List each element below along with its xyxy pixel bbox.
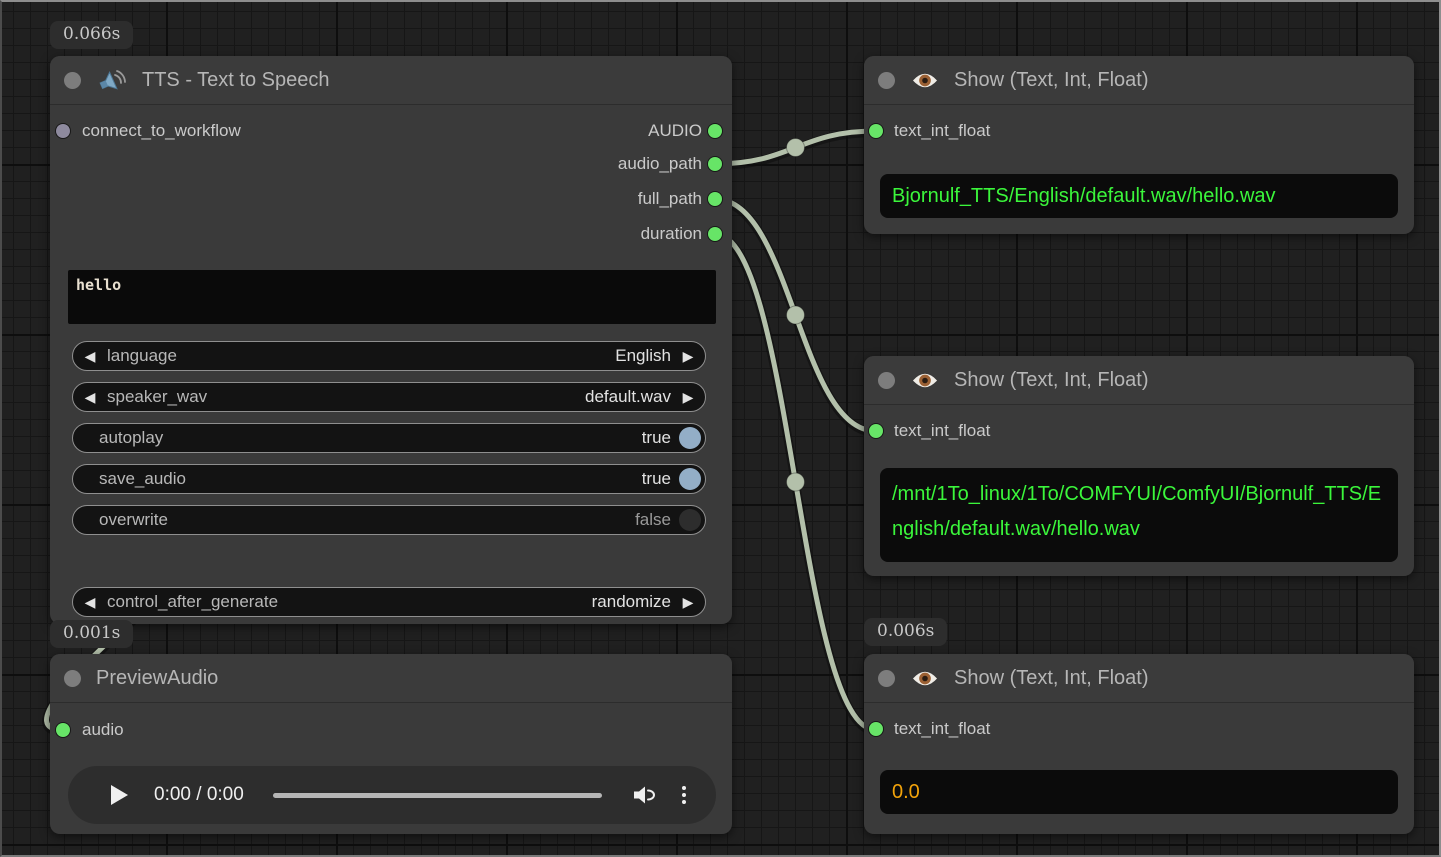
input-port-dot[interactable]: [869, 424, 883, 438]
wire-midpoint-dot[interactable]: [787, 473, 805, 491]
node-show-text-int-float-3[interactable]: Show (Text, Int, Float) text_int_float 0…: [864, 654, 1414, 834]
increment-arrow-icon[interactable]: ▶: [671, 594, 705, 611]
execution-time-badge: 0.006s: [864, 618, 947, 646]
node-header: PreviewAudio: [50, 654, 732, 703]
collapse-dot[interactable]: [878, 372, 895, 389]
widget-control-after-generate[interactable]: ◀ control_after_generate randomize ▶: [72, 587, 706, 617]
node-header: TTS - Text to Speech: [50, 56, 732, 105]
value-display: Bjornulf_TTS/English/default.wav/hello.w…: [880, 174, 1398, 218]
node-title: Show (Text, Int, Float): [954, 667, 1149, 690]
toggle-knob-off[interactable]: [679, 509, 701, 531]
input-text-int-float: text_int_float: [864, 718, 1164, 740]
widget-speaker-wav[interactable]: ◀ speaker_wav default.wav ▶: [72, 382, 706, 412]
increment-arrow-icon[interactable]: ▶: [671, 389, 705, 406]
decrement-arrow-icon[interactable]: ◀: [73, 389, 107, 406]
output-audio-path: audio_path: [432, 153, 732, 175]
eye-icon: [911, 669, 939, 688]
output-audio: AUDIO: [432, 120, 732, 142]
input-port-dot[interactable]: [869, 722, 883, 736]
node-title: Show (Text, Int, Float): [954, 69, 1149, 92]
decrement-arrow-icon[interactable]: ◀: [73, 594, 107, 611]
output-port-dot[interactable]: [708, 227, 722, 241]
input-port-dot[interactable]: [56, 723, 70, 737]
node-header: Show (Text, Int, Float): [864, 56, 1414, 105]
value-display: /mnt/1To_linux/1To/COMFYUI/ComfyUI/Bjorn…: [880, 468, 1398, 562]
eye-icon: [911, 371, 939, 390]
execution-time-badge: 0.001s: [50, 620, 133, 648]
more-options-icon[interactable]: [682, 786, 686, 804]
value-display: 0.0: [880, 770, 1398, 814]
play-icon[interactable]: [111, 785, 128, 805]
input-connect-to-workflow: connect_to_workflow: [50, 120, 350, 142]
increment-arrow-icon[interactable]: ▶: [671, 348, 705, 365]
output-full-path: full_path: [432, 188, 732, 210]
node-tts-text-to-speech[interactable]: TTS - Text to Speech connect_to_workflow…: [50, 56, 732, 624]
input-audio: audio: [50, 719, 350, 741]
toggle-knob-on[interactable]: [679, 468, 701, 490]
input-port-dot[interactable]: [56, 124, 70, 138]
widget-autoplay[interactable]: autoplay true: [72, 423, 706, 453]
widget-save-audio[interactable]: save_audio true: [72, 464, 706, 494]
node-graph-canvas[interactable]: 0.066s 0.001s 0.006s TTS - Text to Speec…: [0, 0, 1441, 857]
input-text-int-float: text_int_float: [864, 120, 1164, 142]
collapse-dot[interactable]: [878, 72, 895, 89]
decrement-arrow-icon[interactable]: ◀: [73, 348, 107, 365]
node-header: Show (Text, Int, Float): [864, 654, 1414, 703]
wire-midpoint-dot[interactable]: [787, 139, 805, 157]
speaker-megaphone-icon: [97, 66, 127, 94]
audio-player[interactable]: 0:00 / 0:00: [68, 766, 716, 824]
collapse-dot[interactable]: [64, 72, 81, 89]
text-input-field[interactable]: hello: [68, 270, 716, 324]
node-show-text-int-float-2[interactable]: Show (Text, Int, Float) text_int_float /…: [864, 356, 1414, 576]
input-port-dot[interactable]: [869, 124, 883, 138]
node-preview-audio[interactable]: PreviewAudio audio 0:00 / 0:00: [50, 654, 732, 834]
node-show-text-int-float-1[interactable]: Show (Text, Int, Float) text_int_float B…: [864, 56, 1414, 234]
output-port-dot[interactable]: [708, 124, 722, 138]
volume-icon[interactable]: [632, 785, 656, 805]
collapse-dot[interactable]: [878, 670, 895, 687]
wire-midpoint-dot[interactable]: [787, 306, 805, 324]
playback-time: 0:00 / 0:00: [154, 784, 244, 806]
toggle-knob-on[interactable]: [679, 427, 701, 449]
execution-time-badge: 0.066s: [50, 21, 133, 49]
node-title: PreviewAudio: [96, 667, 218, 690]
output-duration: duration: [432, 223, 732, 245]
output-port-dot[interactable]: [708, 157, 722, 171]
node-title: Show (Text, Int, Float): [954, 369, 1149, 392]
widget-overwrite[interactable]: overwrite false: [72, 505, 706, 535]
node-header: Show (Text, Int, Float): [864, 356, 1414, 405]
seek-slider[interactable]: [273, 793, 602, 798]
input-text-int-float: text_int_float: [864, 420, 1164, 442]
eye-icon: [911, 71, 939, 90]
widget-language[interactable]: ◀ language English ▶: [72, 341, 706, 371]
collapse-dot[interactable]: [64, 670, 81, 687]
output-port-dot[interactable]: [708, 192, 722, 206]
node-title: TTS - Text to Speech: [142, 69, 330, 92]
